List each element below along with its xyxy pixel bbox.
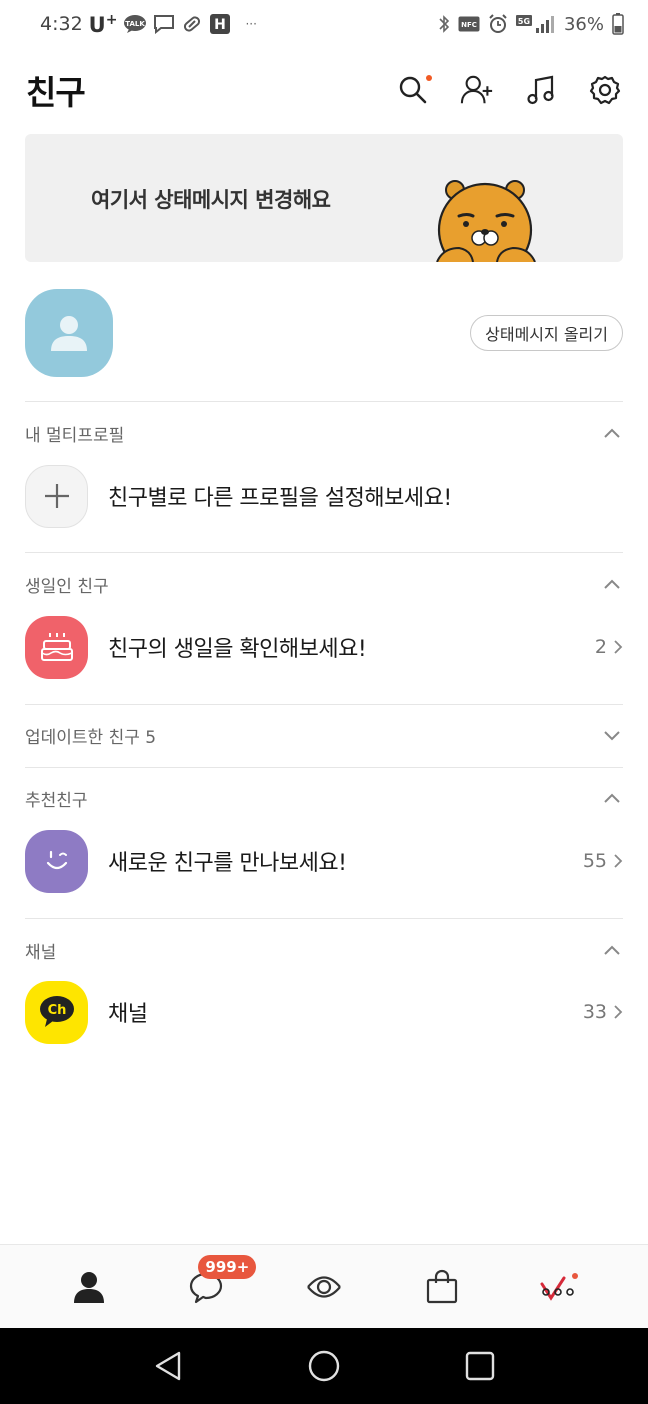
section-title: 내 멀티프로필 — [25, 425, 125, 446]
ryan-character-icon — [436, 180, 536, 262]
recommended-count[interactable]: 55 — [583, 850, 623, 872]
chevron-down-icon[interactable] — [603, 729, 621, 741]
section-title: 추천친구 — [25, 790, 88, 811]
battery-percent: 36% — [563, 13, 604, 35]
channel-row[interactable]: Ch 채널 33 — [25, 980, 623, 1044]
tab-friends[interactable] — [59, 1257, 119, 1317]
birthday-count[interactable]: 2 — [595, 636, 623, 658]
add-multi-profile-button[interactable] — [25, 464, 88, 528]
search-button[interactable] — [396, 73, 432, 107]
chevron-up-icon[interactable] — [603, 578, 621, 590]
divider — [25, 704, 623, 705]
chevron-up-icon[interactable] — [603, 944, 621, 956]
settings-icon — [589, 75, 621, 105]
tab-more[interactable] — [529, 1257, 589, 1317]
svg-text:Ch: Ch — [47, 1003, 66, 1018]
bluetooth-icon — [438, 14, 450, 34]
birthday-row[interactable]: 친구의 생일을 확인해보세요! 2 — [25, 615, 623, 679]
channel-count[interactable]: 33 — [583, 1001, 623, 1023]
default-profile-icon — [51, 316, 87, 351]
section-header-channel[interactable]: 채널 — [25, 935, 623, 965]
recents-button[interactable] — [455, 1341, 505, 1391]
back-button[interactable] — [143, 1341, 193, 1391]
pill-notification-icon — [181, 14, 203, 34]
post-status-message-button[interactable]: 상태메시지 올리기 — [470, 315, 623, 351]
plus-icon — [44, 484, 69, 508]
channel-icon-wrap: Ch — [25, 980, 88, 1044]
svg-text:5G: 5G — [518, 17, 530, 26]
recommend-icon-wrap — [25, 829, 88, 893]
chevron-up-icon[interactable] — [603, 427, 621, 439]
svg-text:H: H — [215, 17, 227, 33]
row-label: 채널 — [108, 1002, 148, 1027]
chevron-up-icon[interactable] — [603, 792, 621, 804]
system-navigation-bar — [0, 1328, 648, 1404]
smiley-icon — [46, 850, 67, 870]
row-label: 친구별로 다른 프로필을 설정해보세요! — [108, 486, 452, 511]
section-header-birthday[interactable]: 생일인 친구 — [25, 569, 623, 599]
search-icon — [399, 76, 427, 104]
settings-button[interactable] — [588, 73, 622, 107]
divider — [25, 767, 623, 768]
recommended-row[interactable]: 새로운 친구를 만나보세요! 55 — [25, 829, 623, 893]
back-icon — [155, 1351, 181, 1381]
section-title: 업데이트한 친구 5 — [25, 727, 157, 748]
chevron-right-icon — [614, 854, 623, 868]
channel-icon: Ch — [39, 996, 74, 1027]
music-button[interactable] — [524, 73, 558, 107]
unread-badge: 999+ — [198, 1254, 257, 1279]
my-avatar[interactable] — [25, 289, 113, 377]
home-icon — [308, 1350, 340, 1382]
row-label: 친구의 생일을 확인해보세요! — [108, 637, 367, 662]
page-title: 친구 — [26, 73, 86, 112]
add-friend-icon — [460, 75, 493, 104]
shopping-icon — [426, 1269, 457, 1303]
alarm-icon — [488, 14, 508, 34]
banner-text: 여기서 상태메시지 변경해요 — [91, 188, 331, 212]
music-icon — [527, 75, 554, 105]
section-header-multi-profile[interactable]: 내 멀티프로필 — [25, 418, 623, 448]
birthday-icon-wrap — [25, 615, 88, 679]
divider — [25, 401, 623, 402]
divider — [25, 552, 623, 553]
5g-signal-icon: 5G — [515, 14, 556, 34]
nfc-icon: NFC — [458, 16, 480, 32]
bottom-tab-bar: 999+ — [0, 1244, 648, 1328]
add-friend-button[interactable] — [460, 73, 494, 107]
section-title: 생일인 친구 — [25, 576, 109, 597]
section-header-recommended[interactable]: 추천친구 — [25, 783, 623, 813]
svg-text:NFC: NFC — [461, 21, 477, 29]
new-indicator-dot — [426, 75, 432, 81]
view-icon — [307, 1275, 341, 1298]
battery-icon — [612, 13, 624, 35]
chevron-right-icon — [614, 640, 623, 654]
multi-profile-row[interactable]: 친구별로 다른 프로필을 설정해보세요! — [25, 464, 623, 528]
tab-shopping[interactable] — [412, 1257, 472, 1317]
h-notification-icon: H — [209, 13, 231, 35]
carrier-label: U+ — [88, 11, 118, 37]
status-message-banner[interactable]: 여기서 상태메시지 변경해요 — [25, 134, 623, 262]
my-profile-row[interactable]: 상태메시지 올리기 — [25, 288, 623, 378]
tab-chats[interactable]: 999+ — [176, 1254, 257, 1317]
recents-icon — [465, 1351, 495, 1381]
home-button[interactable] — [299, 1341, 349, 1391]
status-time: 4:32 — [40, 13, 83, 35]
more-icon — [540, 1272, 579, 1301]
svg-text:TALK: TALK — [126, 20, 146, 28]
section-title: 채널 — [25, 942, 57, 963]
cake-icon — [40, 633, 73, 661]
kakaotalk-notification-icon: TALK — [123, 14, 147, 34]
row-label: 새로운 친구를 만나보세요! — [108, 851, 347, 876]
tab-view[interactable] — [294, 1257, 354, 1317]
friends-icon — [73, 1271, 104, 1303]
app-header: 친구 — [0, 62, 648, 118]
section-header-updated-friends[interactable]: 업데이트한 친구 5 — [25, 720, 623, 750]
message-notification-icon — [153, 14, 175, 34]
status-bar: 4:32 U+ TALK H ··· NFC 5G 36% — [0, 0, 648, 48]
divider — [25, 918, 623, 919]
more-notifications-icon: ··· — [245, 17, 257, 31]
chevron-right-icon — [614, 1005, 623, 1019]
